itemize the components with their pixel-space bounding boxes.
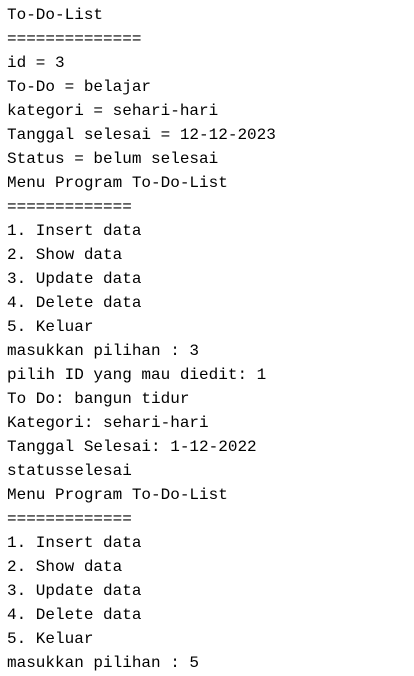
menu-option-show: 2. Show data xyxy=(7,246,123,264)
edit-status-prompt-line: statusselesai xyxy=(7,462,132,480)
record-category-line: kategori = sehari-hari xyxy=(7,102,219,120)
menu-title-line: Menu Program To-Do-List xyxy=(7,174,228,192)
menu-title-line: Menu Program To-Do-List xyxy=(7,486,228,504)
menu-option-delete: 4. Delete data xyxy=(7,606,142,624)
record-status-line: Status = belum selesai xyxy=(7,150,219,168)
menu-option-update: 3. Update data xyxy=(7,270,142,288)
separator-line: ============== xyxy=(7,30,142,48)
app-title-line: To-Do-List xyxy=(7,6,104,24)
edit-category-prompt-line: Kategori: sehari-hari xyxy=(7,414,209,432)
menu-option-update: 3. Update data xyxy=(7,582,142,600)
choice-prompt-line: masukkan pilihan : 5 xyxy=(7,654,200,672)
edit-id-prompt-line: pilih ID yang mau diedit: 1 xyxy=(7,366,267,384)
menu-option-show: 2. Show data xyxy=(7,558,123,576)
menu-option-delete: 4. Delete data xyxy=(7,294,142,312)
menu-option-insert: 1. Insert data xyxy=(7,222,142,240)
record-todo-line: To-Do = belajar xyxy=(7,78,152,96)
separator-line: ============= xyxy=(7,510,132,528)
menu-option-exit: 5. Keluar xyxy=(7,318,94,336)
console-output: To-Do-List ============== id = 3 To-Do =… xyxy=(7,3,407,675)
separator-line: ============= xyxy=(7,198,132,216)
edit-todo-prompt-line: To Do: bangun tidur xyxy=(7,390,190,408)
record-date-line: Tanggal selesai = 12-12-2023 xyxy=(7,126,276,144)
menu-option-exit: 5. Keluar xyxy=(7,630,94,648)
menu-option-insert: 1. Insert data xyxy=(7,534,142,552)
choice-prompt-line: masukkan pilihan : 3 xyxy=(7,342,200,360)
edit-date-prompt-line: Tanggal Selesai: 1-12-2022 xyxy=(7,438,257,456)
record-id-line: id = 3 xyxy=(7,54,65,72)
